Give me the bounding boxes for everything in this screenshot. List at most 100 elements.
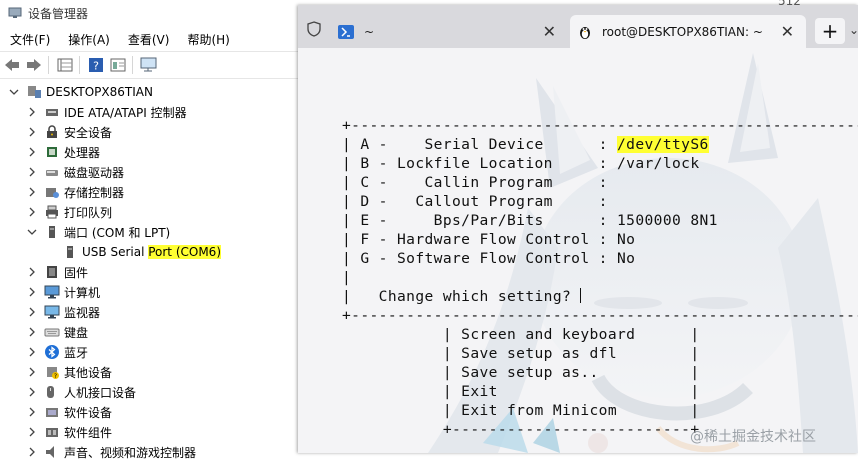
highlighted-port-text: Port (COM6) (148, 245, 221, 259)
tree-item-hid[interactable]: 人机接口设备 (26, 382, 136, 402)
menu-item: Save setup as.. (461, 364, 599, 381)
tree-item-usb-serial-port[interactable]: USB Serial Port (COM6) (62, 242, 221, 262)
sound-icon (46, 446, 54, 458)
svg-text:?: ? (54, 373, 57, 380)
tree-item-label: 存储控制器 (64, 185, 125, 200)
help-icon: ? (89, 58, 103, 73)
chevron-right-icon[interactable] (26, 386, 38, 398)
tree-item-label: 蓝牙 (64, 345, 89, 360)
back-arrow-icon (5, 59, 19, 71)
tree-item-processor[interactable]: 处理器 (26, 142, 100, 162)
tree-item-keyboard[interactable]: 键盘 (26, 322, 88, 342)
properties-view-button[interactable] (55, 56, 75, 74)
tree-item-storage-controller[interactable]: 存储控制器 (26, 182, 124, 202)
tree-item-disk-drive[interactable]: 磁盘驱动器 (26, 162, 124, 182)
monitor-scan-icon (140, 57, 157, 72)
menu-view[interactable]: 查看(V) (119, 31, 179, 48)
printer-icon (46, 205, 58, 219)
window-title: 设备管理器 (28, 6, 89, 21)
storage-controller-icon (46, 188, 59, 198)
chevron-right-icon[interactable] (26, 266, 38, 278)
action-view-button[interactable] (108, 56, 128, 74)
tree-item-label: 固件 (64, 265, 89, 280)
chevron-right-icon[interactable] (26, 406, 38, 418)
tree-item-label: 监视器 (64, 305, 101, 320)
menu-item: Save setup as dfl (461, 345, 617, 362)
terminal-content[interactable]: +---------------------------------------… (298, 48, 858, 453)
tree-item-label: 安全设备 (64, 125, 113, 140)
tab-powershell[interactable]: ~ ✕ (330, 15, 562, 48)
toolbar-separator (48, 56, 49, 74)
scan-hardware-button[interactable] (139, 56, 159, 74)
menu-item-pad: | (635, 326, 700, 343)
menu-border: +---------------------------------------… (342, 307, 858, 324)
hid-icon (47, 386, 54, 398)
text-cursor (580, 288, 582, 303)
keyboard-icon (44, 328, 60, 337)
tree-item-computer[interactable]: 计算机 (26, 282, 100, 302)
menu-action[interactable]: 操作(A) (59, 31, 119, 48)
tree-item-label: 打印队列 (64, 205, 113, 220)
chevron-right-icon[interactable] (26, 346, 38, 358)
chevron-right-icon[interactable] (26, 286, 38, 298)
tree-item-port[interactable]: 端口 (COM 和 LPT) (26, 222, 170, 242)
chevron-down-icon[interactable]: ⌄ (849, 23, 858, 37)
tree-item-label: 声音、视频和游戏控制器 (64, 445, 197, 460)
chevron-right-icon[interactable] (26, 426, 38, 438)
chevron-down-icon[interactable] (26, 226, 38, 238)
menu-bar: 文件(F) 操作(A) 查看(V) 帮助(H) (0, 28, 300, 50)
back-button[interactable] (2, 56, 22, 74)
setting-key: A (360, 136, 370, 153)
tree-item-firmware[interactable]: 固件 (26, 262, 88, 282)
tree-item-software-component[interactable]: 软件组件 (26, 422, 112, 442)
other-devices-icon: ? (47, 367, 59, 380)
tab-root-shell[interactable]: root@DESKTOPX86TIAN: ~ ✕ (570, 15, 806, 48)
setting-value: 1500000 8N1 (617, 212, 718, 229)
close-tab-icon[interactable]: ✕ (543, 22, 556, 41)
forward-arrow-icon (27, 59, 41, 71)
tree-item-label: 计算机 (64, 285, 101, 300)
root-label: DESKTOPX86TIAN (46, 85, 153, 99)
tree-item-bluetooth[interactable]: 蓝牙 (26, 342, 88, 362)
tree-item-label: 键盘 (64, 325, 89, 340)
chevron-down-icon[interactable] (8, 86, 20, 98)
tree-item-other-devices[interactable]: ? 其他设备 (26, 362, 112, 382)
chevron-right-icon[interactable] (26, 186, 38, 198)
shield-icon[interactable] (306, 21, 322, 37)
help-button[interactable]: ? (86, 56, 106, 74)
tree-item-sound[interactable]: 声音、视频和游戏控制器 (26, 442, 196, 462)
svg-text:?: ? (93, 60, 99, 73)
tree-item-printer[interactable]: 打印队列 (26, 202, 112, 222)
chevron-right-icon[interactable] (26, 166, 38, 178)
setting-key: E (360, 212, 370, 229)
menu-help[interactable]: 帮助(H) (178, 31, 238, 48)
device-tree: DESKTOPX86TIAN IDE ATA/ATAPI 控制器安全设备处理器磁… (0, 82, 300, 460)
chevron-right-icon[interactable] (26, 306, 38, 318)
menu-file[interactable]: 文件(F) (0, 31, 59, 48)
setting-value: /var/lock (617, 155, 700, 172)
setting-label: Hardware Flow Control (397, 231, 599, 248)
forward-button[interactable] (24, 56, 44, 74)
tree-item-ide-controller[interactable]: IDE ATA/ATAPI 控制器 (26, 102, 187, 122)
close-tab-icon[interactable]: ✕ (781, 22, 794, 41)
tree-item-security-device[interactable]: 安全设备 (26, 122, 112, 142)
terminal-window: ~ ✕ root@DESKTOPX86TIAN: ~ ✕ + ⌄ +------… (298, 5, 858, 453)
chevron-right-icon[interactable] (26, 106, 38, 118)
tree-item-label: 软件组件 (64, 425, 113, 440)
tree-root[interactable]: DESKTOPX86TIAN (8, 82, 153, 102)
toolbar-separator (79, 56, 80, 74)
chevron-right-icon[interactable] (26, 146, 38, 158)
setting-label: Software Flow Control (397, 250, 599, 267)
chevron-right-icon[interactable] (26, 206, 38, 218)
tree-item-software-device[interactable]: 软件设备 (26, 402, 112, 422)
toolbar: ? (0, 51, 300, 79)
tab-powershell-title: ~ (364, 24, 375, 39)
chevron-right-icon[interactable] (26, 126, 38, 138)
chevron-right-icon[interactable] (26, 446, 38, 458)
tree-child-label: USB Serial (82, 245, 149, 259)
chevron-right-icon[interactable] (26, 366, 38, 378)
tree-item-monitor[interactable]: 监视器 (26, 302, 100, 322)
chevron-right-icon[interactable] (26, 326, 38, 338)
new-tab-button[interactable]: + (815, 18, 845, 44)
monitor-icon (44, 305, 60, 319)
